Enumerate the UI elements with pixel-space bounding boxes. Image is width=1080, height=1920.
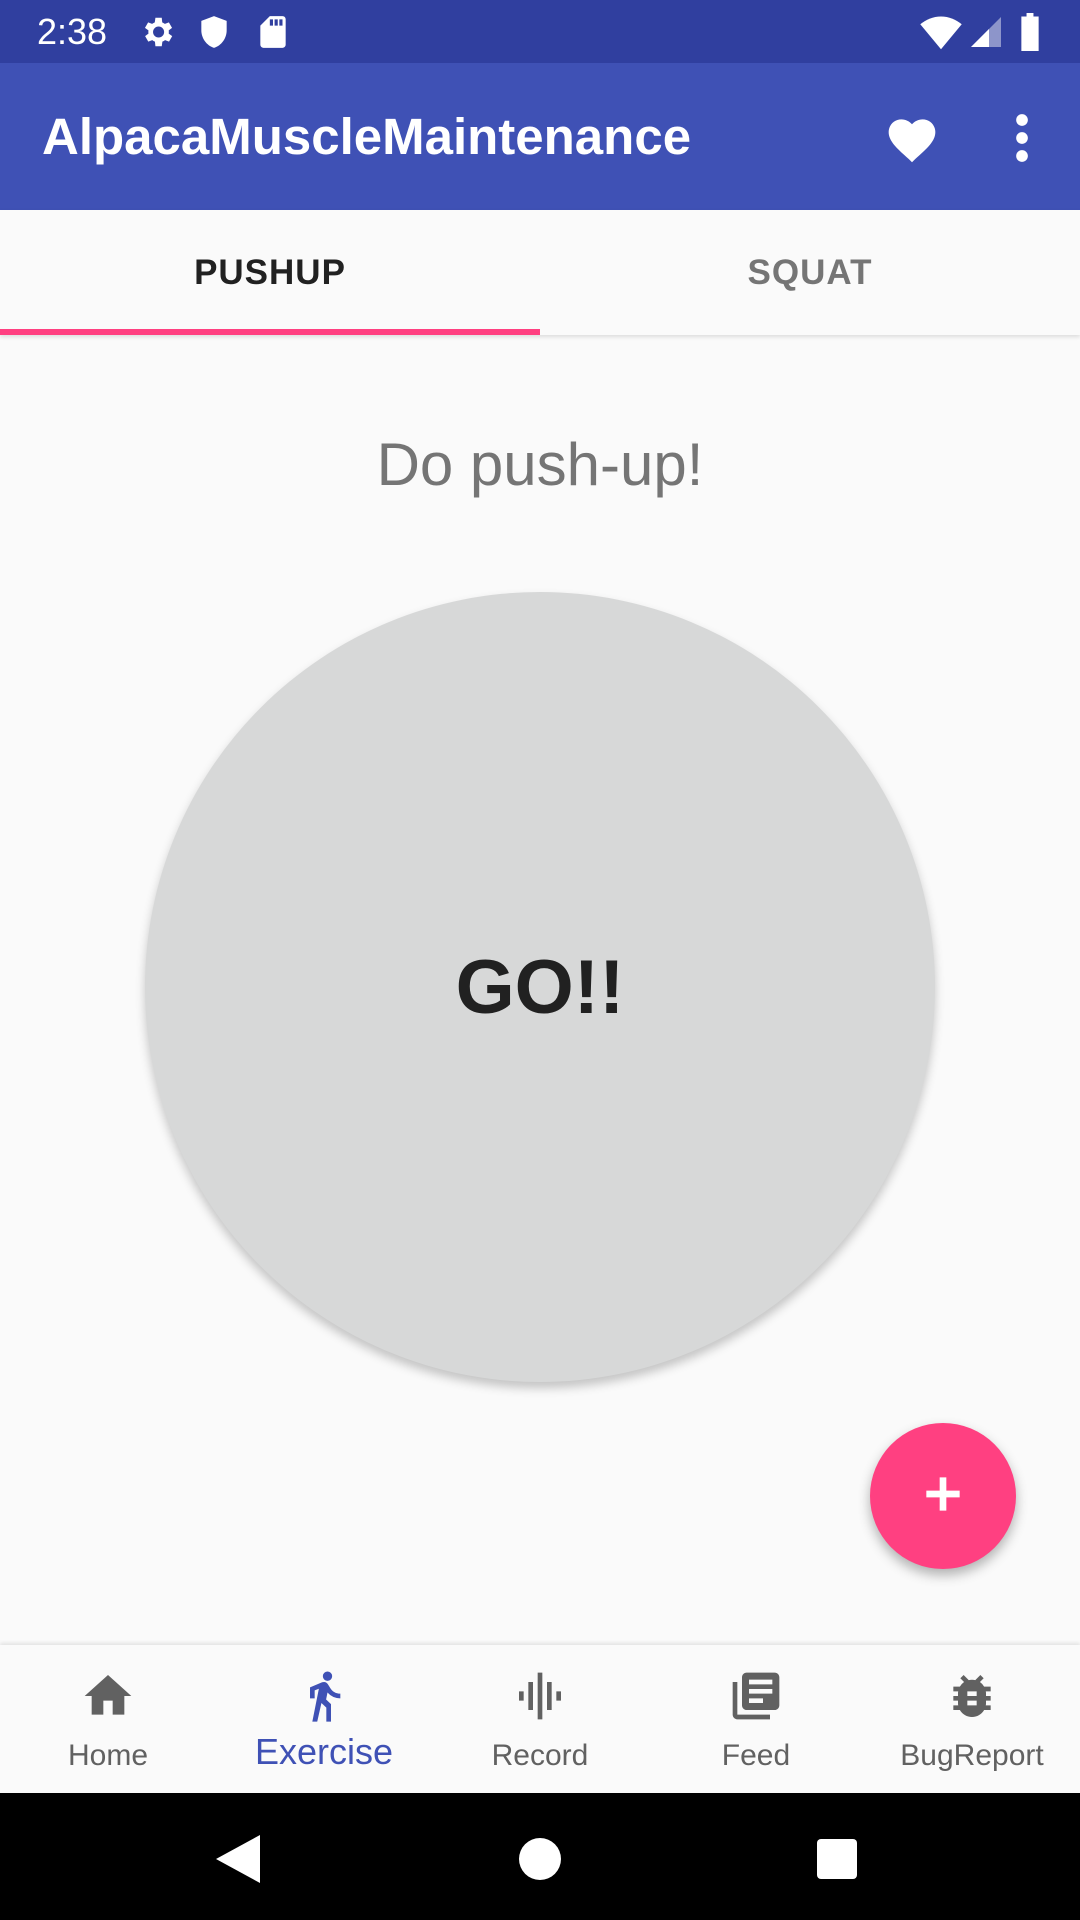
battery-icon [1018, 13, 1056, 51]
status-bar: 2:38 [0, 0, 1080, 63]
tab-pushup-label: PUSHUP [194, 252, 346, 292]
tab-pushup[interactable]: PUSHUP [0, 210, 540, 335]
nav-item-record[interactable]: Record [432, 1645, 648, 1793]
audio-wave-icon [519, 1672, 561, 1720]
nav-label-bugreport: BugReport [900, 1739, 1044, 1772]
tab-squat-label: SQUAT [747, 252, 873, 292]
nav-label-record: Record [491, 1739, 589, 1772]
run-icon [310, 1671, 341, 1722]
more-vert-icon[interactable] [1010, 111, 1034, 170]
nav-item-exercise[interactable]: Exercise [216, 1645, 432, 1793]
recents-icon[interactable] [817, 1839, 857, 1884]
system-nav-bar [0, 1793, 1080, 1920]
nav-item-feed[interactable]: Feed [648, 1645, 864, 1793]
sd-card-icon [254, 13, 292, 51]
nav-item-bugreport[interactable]: BugReport [864, 1645, 1080, 1793]
heart-icon[interactable] [884, 111, 940, 170]
nav-label-feed: Feed [721, 1739, 791, 1772]
tab-squat[interactable]: SQUAT [540, 210, 1080, 335]
nav-label-home: Home [67, 1739, 149, 1772]
home-icon [84, 1675, 132, 1715]
go-button-label: GO!! [455, 944, 625, 1030]
signal-icon [968, 13, 1006, 51]
add-fab-button[interactable] [870, 1423, 1016, 1569]
exercise-prompt: Do push-up! [376, 431, 704, 498]
go-button[interactable]: GO!! [145, 592, 935, 1382]
plus-icon [923, 1474, 963, 1519]
status-time: 2:38 [37, 11, 108, 52]
nav-item-home[interactable]: Home [0, 1645, 216, 1793]
feed-icon [732, 1672, 780, 1720]
back-icon[interactable] [216, 1835, 260, 1888]
app-bar: AlpacaMuscleMaintenance [0, 63, 1080, 210]
tab-indicator [0, 329, 540, 335]
nav-label-exercise: Exercise [254, 1731, 394, 1772]
settings-icon [138, 13, 176, 51]
bug-icon [953, 1675, 991, 1718]
tab-bar: PUSHUP SQUAT [0, 210, 1080, 335]
shield-icon [195, 13, 233, 51]
wifi-icon [920, 13, 962, 51]
home-circle-icon[interactable] [519, 1838, 561, 1885]
bottom-navigation: Home Exercise Record Feed BugReport [0, 1645, 1080, 1793]
app-title: AlpacaMuscleMaintenance [42, 108, 692, 165]
